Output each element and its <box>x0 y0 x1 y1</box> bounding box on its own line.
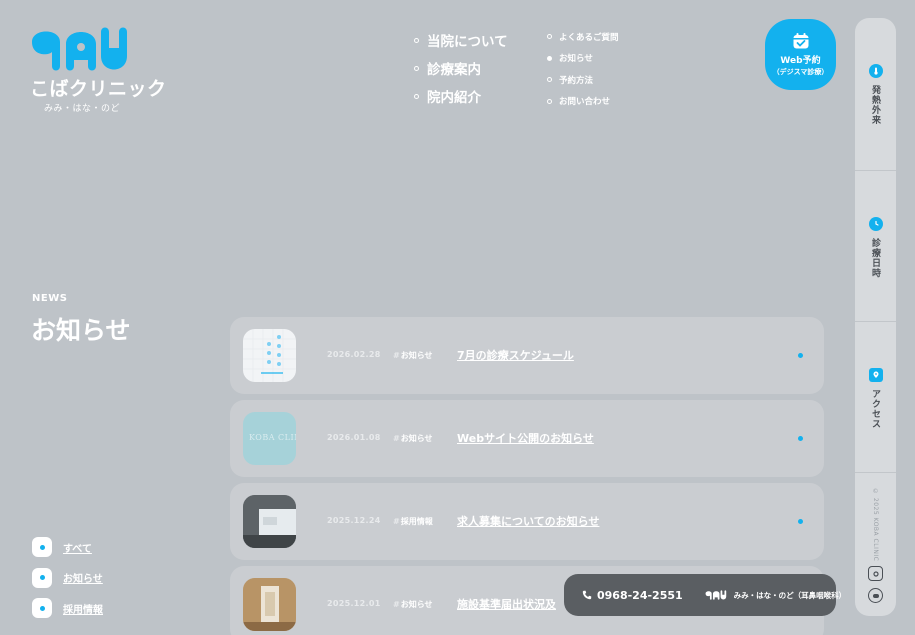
subnav-item-contact[interactable]: お問い合わせ <box>547 91 619 113</box>
news-date: 2026.01.08 <box>327 433 381 442</box>
bar-brand-label: みみ・はな・のど（耳鼻咽喉科） <box>733 590 847 600</box>
filter-label: お知らせ <box>63 574 103 586</box>
page-title: お知らせ <box>31 316 131 345</box>
phone-link[interactable]: 0968-24-2551 <box>582 589 683 602</box>
rail-item-fever[interactable]: 発熱外来 <box>855 64 896 125</box>
bullet-icon <box>414 93 419 99</box>
thumbnail-sign-text: KOBA CLINIC <box>249 433 296 442</box>
news-tag-label: お知らせ <box>400 434 433 443</box>
filter-label: 採用情報 <box>63 604 103 616</box>
rail-label: アクセス <box>870 389 880 429</box>
bullet-icon <box>547 98 552 104</box>
phone-icon <box>582 590 592 600</box>
news-tag-label: お知らせ <box>400 600 433 609</box>
rail-item-hours[interactable]: 診療日時 <box>855 217 896 278</box>
news-title[interactable]: Webサイト公開のお知らせ <box>457 430 594 446</box>
bullet-icon <box>547 34 552 40</box>
filter-all[interactable]: すべて <box>32 532 103 563</box>
rail-divider <box>855 321 896 322</box>
copyright-text: © 2025 KOBA CLINIC <box>872 488 879 562</box>
subnav-label: お問い合わせ <box>559 97 611 108</box>
nav-item-facility[interactable]: 院内紹介 <box>414 82 508 110</box>
clock-icon <box>868 217 883 231</box>
news-thumbnail: KOBA CLINIC <box>243 412 296 465</box>
rail-item-access[interactable]: アクセス <box>855 368 896 429</box>
news-tag: #お知らせ <box>393 434 433 443</box>
bullet-icon <box>414 65 419 71</box>
filter-recruit[interactable]: 採用情報 <box>32 593 103 624</box>
copyright-block: © 2025 KOBA CLINIC <box>855 488 896 561</box>
news-thumbnail <box>243 578 296 631</box>
news-dot-icon <box>798 353 803 358</box>
filter-dot-icon <box>39 544 45 550</box>
nav-item-about[interactable]: 当院について <box>414 26 508 54</box>
contact-bar: 0968-24-2551 みみ・はな・のど（耳鼻咽喉科） <box>564 574 846 616</box>
bullet-icon <box>414 37 419 43</box>
nav-label: 当院について <box>427 34 508 50</box>
logo-name: こばクリニック <box>30 78 167 100</box>
subnav-label: お知らせ <box>559 54 593 65</box>
filter-checkbox <box>32 598 52 619</box>
bar-brand: みみ・はな・のど（耳鼻咽喉科） <box>705 590 847 601</box>
news-tag-label: お知らせ <box>400 351 433 360</box>
rail-divider <box>855 170 896 171</box>
news-thumbnail <box>243 329 296 382</box>
news-tag: #お知らせ <box>393 600 433 609</box>
sub-nav: よくあるご質問 お知らせ 予約方法 お問い合わせ <box>547 26 619 112</box>
filter-news[interactable]: お知らせ <box>32 563 103 594</box>
web-booking-sublabel: （デジスマ診療） <box>772 68 829 76</box>
news-tag: #お知らせ <box>393 351 433 360</box>
fever-icon <box>868 64 883 78</box>
subnav-item-faq[interactable]: よくあるご質問 <box>547 26 619 48</box>
filter-dot-icon <box>39 575 45 581</box>
filter-dot-icon <box>39 605 45 611</box>
filter-checkbox <box>32 567 52 588</box>
subnav-item-reservation[interactable]: 予約方法 <box>547 69 619 91</box>
clinic-logo[interactable]: こばクリニック みみ・はな・のど <box>30 26 167 114</box>
section-label: NEWS <box>32 293 68 304</box>
category-filters: すべて お知らせ 採用情報 <box>32 532 103 624</box>
news-date: 2026.02.28 <box>327 350 381 359</box>
news-dot-icon <box>798 436 803 441</box>
logo-subtitle: みみ・はな・のど <box>43 104 120 114</box>
side-rail: 発熱外来 診療日時 アクセス © 2025 KOBA CLINIC <box>855 18 896 616</box>
instagram-icon[interactable] <box>868 566 883 581</box>
nav-label: 診療案内 <box>427 62 481 78</box>
social-links <box>855 566 896 603</box>
logo-mark-icon <box>32 27 127 71</box>
rail-label: 発熱外来 <box>870 85 880 125</box>
map-pin-icon <box>868 368 883 382</box>
phone-number: 0968-24-2551 <box>597 588 683 602</box>
news-title[interactable]: 7月の診療スケジュール <box>457 347 574 363</box>
filter-checkbox <box>32 537 52 558</box>
news-tag-label: 採用情報 <box>400 517 433 526</box>
news-title[interactable]: 求人募集についてのお知らせ <box>457 513 599 529</box>
subnav-item-news[interactable]: お知らせ <box>547 48 619 70</box>
news-item[interactable]: KOBA CLINIC 2026.01.08 #お知らせ Webサイト公開のお知… <box>230 400 824 477</box>
news-thumbnail <box>243 495 296 548</box>
active-bullet-icon <box>547 55 552 61</box>
nav-label: 院内紹介 <box>427 90 481 106</box>
subnav-label: 予約方法 <box>559 75 594 86</box>
bullet-icon <box>547 77 552 83</box>
calendar-check-icon <box>793 33 808 49</box>
line-icon[interactable] <box>868 588 883 603</box>
nav-item-services[interactable]: 診療案内 <box>414 54 508 82</box>
filter-label: すべて <box>63 543 92 555</box>
news-item[interactable]: 2025.12.24 #採用情報 求人募集についてのお知らせ <box>230 483 824 560</box>
news-dot-icon <box>798 519 803 524</box>
main-nav: 当院について 診療案内 院内紹介 <box>414 26 508 110</box>
web-booking-button[interactable]: Web予約 （デジスマ診療） <box>765 19 836 90</box>
logo-mark-icon <box>705 590 726 600</box>
rail-divider <box>855 472 896 473</box>
news-title[interactable]: 施設基準届出状況及 <box>457 596 556 612</box>
news-item[interactable]: 2026.02.28 #お知らせ 7月の診療スケジュール <box>230 317 824 394</box>
web-booking-label: Web予約 <box>780 56 821 66</box>
subnav-label: よくあるご質問 <box>559 32 619 43</box>
news-date: 2025.12.01 <box>327 599 381 608</box>
news-date: 2025.12.24 <box>327 516 381 525</box>
news-tag: #採用情報 <box>393 517 433 526</box>
rail-label: 診療日時 <box>870 238 880 278</box>
